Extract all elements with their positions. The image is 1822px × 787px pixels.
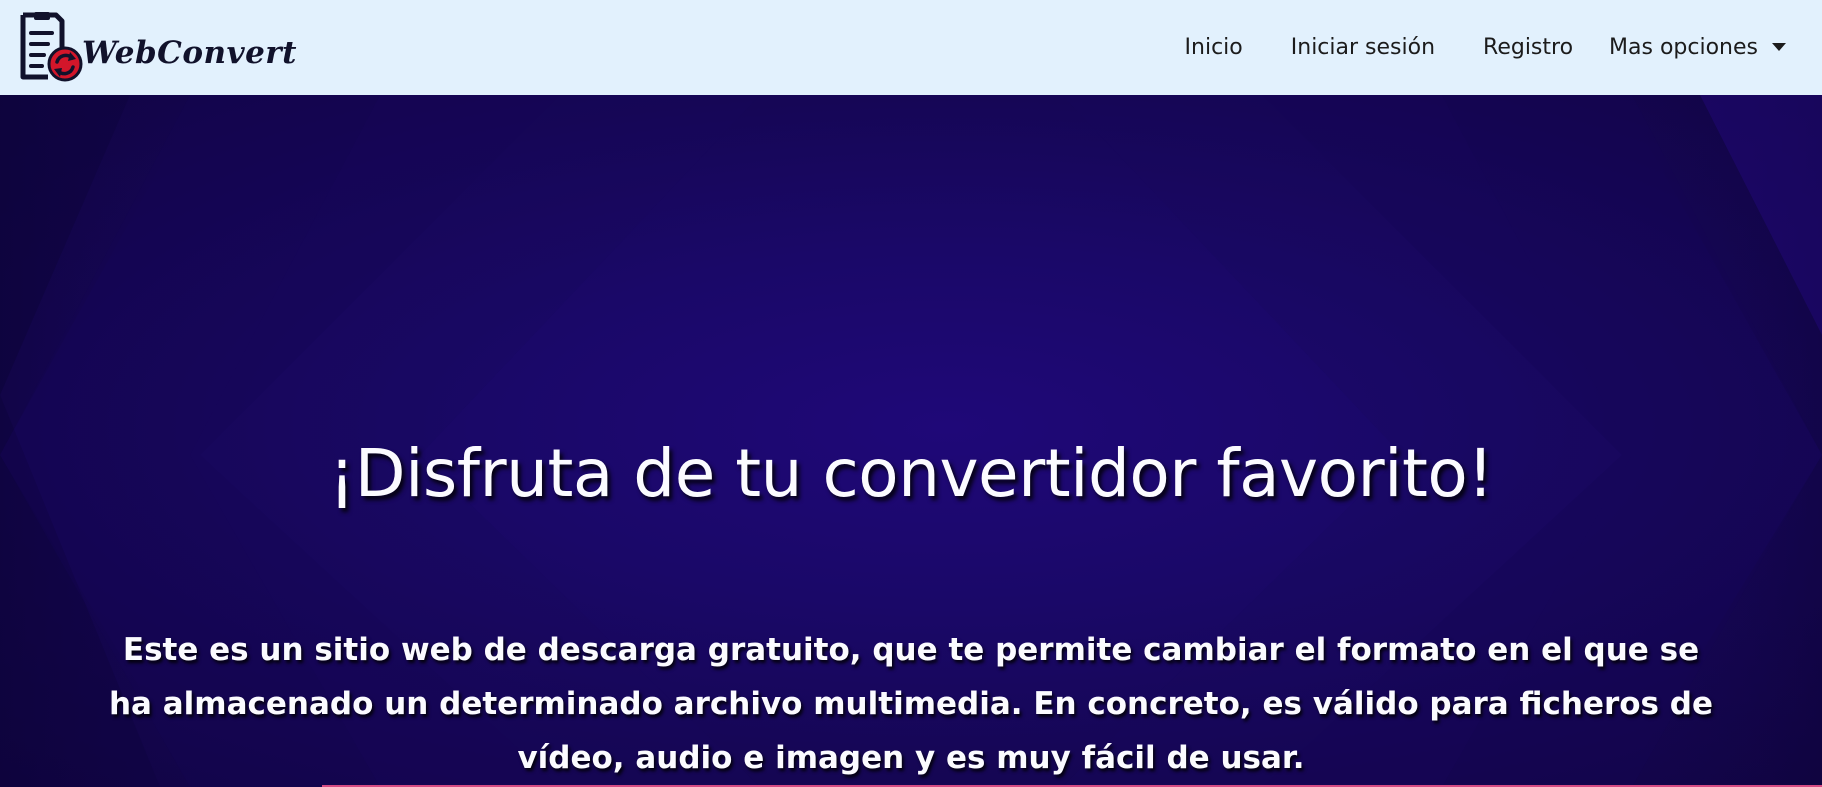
nav-dropdown-mas-opciones[interactable]: Mas opciones — [1609, 35, 1786, 60]
brand-name: WebConvert — [82, 34, 297, 71]
nav-link-iniciar-sesion[interactable]: Iniciar sesión — [1291, 35, 1435, 60]
nav-link-inicio[interactable]: Inicio — [1185, 35, 1243, 60]
nav-link-registro[interactable]: Registro — [1483, 35, 1573, 60]
main-nav: Inicio Iniciar sesión Registro Mas opcio… — [1185, 0, 1786, 95]
hero-section: ¡Disfruta de tu convertidor favorito! Es… — [0, 95, 1822, 787]
caret-down-icon — [1772, 42, 1786, 51]
navbar: WebConvert Inicio Iniciar sesión Registr… — [0, 0, 1822, 95]
nav-dropdown-label: Mas opciones — [1609, 35, 1758, 60]
document-sync-icon — [18, 11, 84, 85]
brand-logo-link[interactable]: WebConvert — [18, 9, 297, 87]
hero-description: Este es un sitio web de descarga gratuit… — [108, 632, 1714, 776]
hero-title: ¡Disfruta de tu convertidor favorito! — [328, 435, 1494, 512]
